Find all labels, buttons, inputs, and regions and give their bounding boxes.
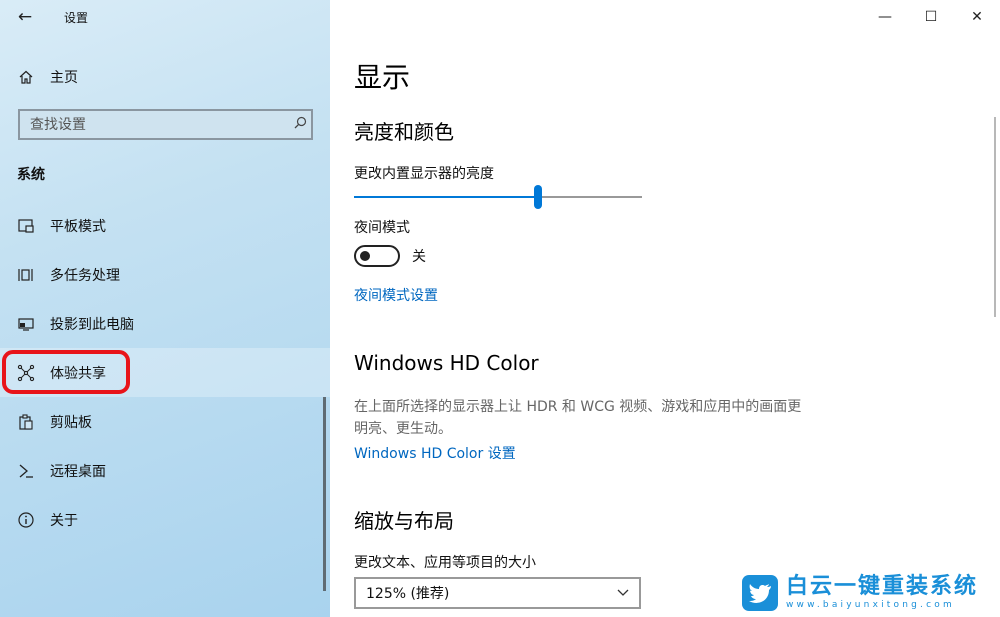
chevron-down-icon	[617, 586, 629, 600]
hd-color-desc-line2: 明亮、更生动。	[354, 421, 452, 437]
sidebar-item-label: 剪贴板	[50, 414, 92, 431]
sidebar-item-label: 平板模式	[50, 218, 106, 235]
remote-desktop-icon	[16, 461, 36, 481]
watermark-text: 白云一键重装系统 www.baiyunxitong.com	[786, 575, 978, 611]
maximize-icon: ☐	[924, 9, 938, 25]
brightness-color-heading: 亮度和颜色	[354, 120, 454, 144]
hd-color-heading: Windows HD Color	[354, 351, 539, 375]
hd-color-description: 在上面所选择的显示器上让 HDR 和 WCG 视频、游戏和应用中的画面更 明亮、…	[354, 396, 814, 440]
scale-layout-heading: 缩放与布局	[354, 509, 454, 533]
close-button[interactable]: ✕	[954, 0, 1000, 34]
sidebar-scrollbar[interactable]	[323, 397, 326, 591]
info-icon	[16, 510, 36, 530]
page-title: 显示	[354, 61, 411, 94]
search-icon[interactable]	[289, 116, 311, 133]
toggle-knob	[360, 251, 370, 261]
minimize-icon: —	[878, 9, 892, 25]
sidebar-item-tablet-mode[interactable]: 平板模式	[0, 201, 330, 250]
sidebar-item-label: 体验共享	[50, 365, 106, 382]
bird-logo-icon	[742, 575, 778, 611]
sidebar-item-remote-desktop[interactable]: 远程桌面	[0, 446, 330, 495]
night-mode-label: 夜间模式	[354, 220, 410, 236]
maximize-button[interactable]: ☐	[908, 0, 954, 34]
search-box[interactable]	[18, 109, 313, 140]
shared-experiences-icon	[16, 363, 36, 383]
hd-color-settings-link[interactable]: Windows HD Color 设置	[354, 443, 516, 463]
window-controls: — ☐ ✕	[862, 0, 1000, 34]
sidebar-nav: 平板模式 多任务处理 投影到此电脑 体验共享 剪贴板 远程桌面 关于	[0, 201, 330, 544]
sidebar-item-label: 远程桌面	[50, 463, 106, 480]
main-scrollbar[interactable]	[994, 117, 996, 317]
sidebar-item-clipboard[interactable]: 剪贴板	[0, 397, 330, 446]
app-title: 设置	[64, 11, 89, 25]
sidebar-item-label: 主页	[50, 70, 78, 86]
projecting-icon	[16, 314, 36, 334]
hd-color-desc-line1: 在上面所选择的显示器上让 HDR 和 WCG 视频、游戏和应用中的画面更	[354, 399, 802, 415]
night-mode-toggle-row: 关	[354, 245, 426, 267]
night-mode-toggle[interactable]	[354, 245, 400, 267]
toggle-state-label: 关	[412, 249, 426, 265]
title-bar: ← 设置	[0, 0, 330, 34]
scale-dropdown[interactable]: 125% (推荐)	[354, 577, 641, 609]
night-mode-settings-link[interactable]: 夜间模式设置	[354, 285, 438, 305]
home-icon	[16, 67, 36, 87]
sidebar-item-label: 关于	[50, 512, 78, 529]
sidebar-item-label: 投影到此电脑	[50, 316, 134, 333]
tablet-mode-icon	[16, 216, 36, 236]
brightness-slider[interactable]	[354, 185, 642, 209]
sidebar-item-multitasking[interactable]: 多任务处理	[0, 250, 330, 299]
slider-fill	[354, 196, 539, 198]
watermark-cn: 白云一键重装系统	[786, 574, 979, 599]
multitasking-icon	[16, 265, 36, 285]
watermark: 白云一键重装系统 www.baiyunxitong.com	[742, 573, 992, 613]
main-content: — ☐ ✕ 显示 亮度和颜色 更改内置显示器的亮度 夜间模式 关 夜间模式设置 …	[330, 0, 1000, 617]
back-arrow-icon: ←	[17, 7, 33, 27]
sidebar-item-label: 多任务处理	[50, 267, 120, 284]
back-button[interactable]: ←	[14, 6, 36, 28]
brightness-label: 更改内置显示器的亮度	[354, 166, 494, 182]
sidebar-item-about[interactable]: 关于	[0, 495, 330, 544]
sidebar: ← 设置 主页 系统 平板模式 多任务处理	[0, 0, 330, 617]
close-icon: ✕	[971, 9, 983, 25]
slider-thumb[interactable]	[534, 185, 543, 209]
scale-dropdown-value: 125% (推荐)	[366, 586, 450, 602]
sidebar-item-home[interactable]: 主页	[0, 62, 330, 92]
sidebar-item-shared-experiences[interactable]: 体验共享	[0, 348, 330, 397]
sidebar-item-projecting[interactable]: 投影到此电脑	[0, 299, 330, 348]
watermark-en: www.baiyunxitong.com	[786, 600, 955, 610]
search-input[interactable]	[20, 111, 289, 138]
minimize-button[interactable]: —	[862, 0, 908, 34]
clipboard-icon	[16, 412, 36, 432]
text-size-label: 更改文本、应用等项目的大小	[354, 555, 536, 571]
section-header: 系统	[17, 167, 45, 183]
